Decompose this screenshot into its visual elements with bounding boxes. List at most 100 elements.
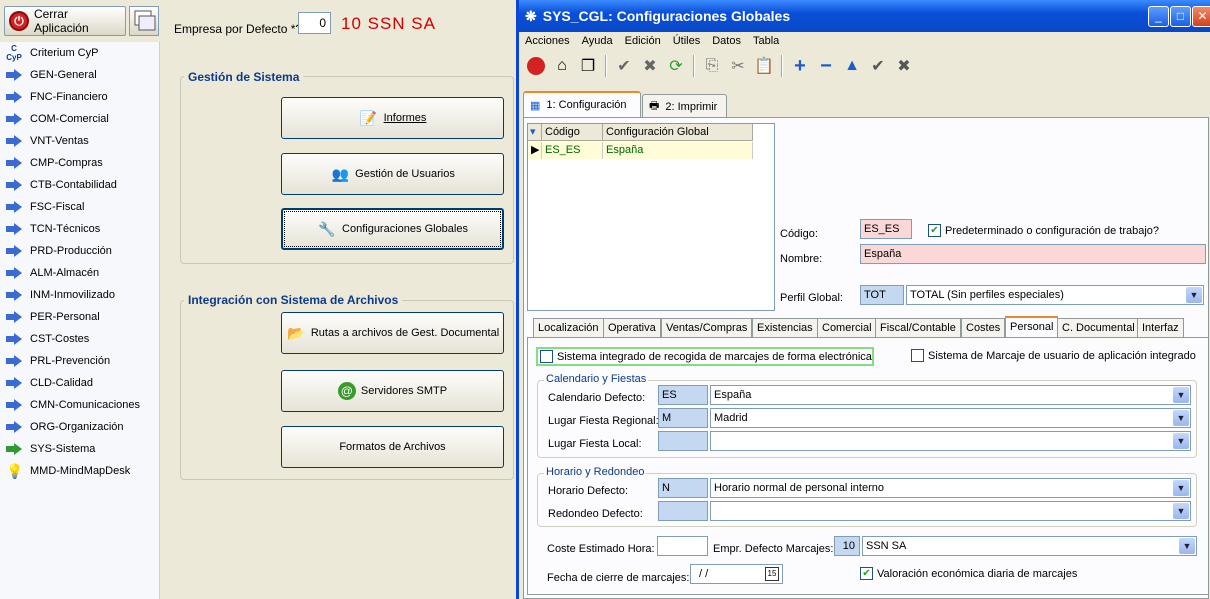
tab-configuracion[interactable]: ▦ 1: Configuración [523,91,641,117]
cal-defecto-code[interactable]: ES [658,385,708,405]
informes-label: Informes [383,112,427,124]
fecha-cierre-field[interactable]: / / 15 [690,564,783,584]
remove-icon[interactable]: − [813,54,839,78]
subtab-localizacion[interactable]: Localización [533,318,604,338]
minimize-button[interactable]: _ [1148,6,1169,27]
menu-datos[interactable]: Datos [706,32,747,50]
sidebar-item-tcn[interactable]: TCN-Técnicos [0,218,159,240]
sidebar-item-gen[interactable]: GEN-General [0,64,159,86]
sidebar-item-cmp[interactable]: CMP-Compras [0,152,159,174]
sidebar-item-criterium[interactable]: C CyP Criterium CyP [0,42,159,64]
subtab-costes[interactable]: Costes [961,318,1006,338]
sidebar-item-mmd[interactable]: 💡 MMD-MindMapDesk [0,460,159,482]
smtp-button[interactable]: @ Servidores SMTP [281,370,504,412]
fiesta-regional-select[interactable]: Madrid ▼ [710,408,1191,428]
subtab-operativa[interactable]: Operativa [603,318,661,338]
sidebar-item-cld[interactable]: CLD-Calidad [0,372,159,394]
gestion-usuarios-button[interactable]: 👥 Gestión de Usuarios [281,153,504,195]
subtab-c-documental[interactable]: C. Documental [1057,318,1140,338]
valoracion-checkbox[interactable]: ✔ Valoración económica diaria de marcajes [860,567,1077,580]
maximize-button[interactable]: □ [1170,6,1191,27]
perfil-code-field[interactable]: TOT [860,285,904,305]
print-check-icon[interactable]: ✔ [611,54,637,78]
subtab-comercial[interactable]: Comercial [817,318,877,338]
sidebar-item-label: ALM-Almacén [30,267,100,279]
row-pointer-icon: ▶ [528,142,542,159]
table-row[interactable]: ▶ ES_ES España [528,142,753,159]
sidebar-item-org[interactable]: ORG-Organización [0,416,159,438]
sidebar-item-inm[interactable]: INM-Inmovilizado [0,284,159,306]
subtab-interfaz[interactable]: Interfaz [1137,318,1184,338]
refresh-icon[interactable]: ⟳ [663,54,689,78]
cancel-icon[interactable]: ✖ [891,54,917,78]
sidebar-item-fsc[interactable]: FSC-Fiscal [0,196,159,218]
sidebar-item-cmn[interactable]: CMN-Comunicaciones [0,394,159,416]
close-app-button[interactable]: ⏻ Cerrar Aplicación [4,6,126,36]
fiesta-local-code[interactable] [658,431,708,451]
config-globales-button[interactable]: 🔧 Configuraciones Globales [281,208,504,250]
fiesta-regional-code[interactable]: M [658,408,708,428]
windows-icon[interactable]: ❐ [575,54,601,78]
accept-icon[interactable]: ✔ [865,54,891,78]
sidebar-item-per[interactable]: PER-Personal [0,306,159,328]
empresa-code-field[interactable]: 0 [298,12,331,34]
config-grid[interactable]: ▾ Código Configuración Global ▶ ES_ES Es… [527,123,775,311]
copy-icon[interactable]: ⎘ [699,54,725,78]
power-icon[interactable] [523,54,549,78]
sidebar-item-fnc[interactable]: FNC-Financiero [0,86,159,108]
cal-defecto-select[interactable]: España ▼ [710,385,1191,405]
codigo-field[interactable]: ES_ES [860,219,912,239]
subtab-existencias[interactable]: Existencias [752,318,818,338]
horario-defecto-select[interactable]: Horario normal de personal interno ▼ [710,478,1191,498]
add-icon[interactable]: + [787,54,813,78]
sidebar-item-alm[interactable]: ALM-Almacén [0,262,159,284]
home-icon[interactable]: ⌂ [549,54,575,78]
sidebar-item-ctb[interactable]: CTB-Contabilidad [0,174,159,196]
cyp-logo-icon: C CyP [6,44,22,62]
chevron-down-icon: ▼ [1173,503,1189,519]
redondeo-select[interactable]: ▼ [710,501,1191,521]
nombre-field[interactable]: España [860,244,1206,264]
checkbox-check-icon: ✔ [928,224,941,237]
fiesta-local-select[interactable]: ▼ [710,431,1191,451]
menu-acciones[interactable]: Acciones [519,32,576,50]
sistema-marcaje-checkbox[interactable]: Sistema de Marcaje de usuario de aplicac… [911,349,1196,362]
col-codigo[interactable]: Código [542,124,603,140]
redondeo-code[interactable] [658,501,708,521]
subtab-ventas-compras[interactable]: Ventas/Compras [661,318,753,338]
formatos-button[interactable]: Formatos de Archivos [281,426,504,468]
empr-marcajes-code[interactable]: 10 [834,536,860,556]
menu-ayuda[interactable]: Ayuda [576,32,619,50]
window-close-button[interactable]: ✕ [1192,6,1210,27]
subtab-fiscal-contable[interactable]: Fiscal/Contable [875,318,961,338]
sidebar-item-prl[interactable]: PRL-Prevención [0,350,159,372]
windows-button[interactable] [129,6,159,36]
calendar-icon[interactable]: 15 [765,567,779,581]
print-cancel-icon[interactable]: ✖ [637,54,663,78]
horario-defecto-code[interactable]: N [658,478,708,498]
sidebar-item-sys[interactable]: SYS-Sistema [0,438,159,460]
window-titlebar[interactable]: ❋ SYS_CGL: Configuraciones Globales [519,0,1210,32]
sidebar-item-vnt[interactable]: VNT-Ventas [0,130,159,152]
tab-imprimir[interactable]: 🖶 2: Imprimir [642,94,727,118]
sidebar-item-prd[interactable]: PRD-Producción [0,240,159,262]
rutas-button[interactable]: 📂 Rutas a archivos de Gest. Documental [281,312,504,354]
menu-tabla[interactable]: Tabla [747,32,785,50]
coste-hora-field[interactable] [657,536,708,556]
up-icon[interactable]: ▲ [839,54,865,78]
paste-icon[interactable]: 📋 [751,54,777,78]
sidebar-item-cst[interactable]: CST-Costes [0,328,159,350]
fiesta-regional-value: Madrid [714,412,748,424]
menu-utiles[interactable]: Útiles [667,32,707,50]
informes-button[interactable]: 📝 Informes [281,97,504,139]
perfil-select[interactable]: TOTAL (Sin perfiles especiales) ▼ [906,285,1204,305]
sort-icon[interactable]: ▾ [528,124,542,140]
menu-edicion[interactable]: Edición [619,32,667,50]
subtab-personal[interactable]: Personal [1005,316,1059,338]
cut-icon[interactable]: ✂ [725,54,751,78]
sidebar-item-com[interactable]: COM-Comercial [0,108,159,130]
sistema-recogida-checkbox[interactable]: Sistema integrado de recogida de marcaje… [536,347,874,366]
predeterminado-checkbox[interactable]: ✔ Predeterminado o configuración de traba… [928,224,1159,237]
col-configuracion[interactable]: Configuración Global [603,124,753,140]
empr-marcajes-select[interactable]: SSN SA ▼ [862,536,1197,556]
